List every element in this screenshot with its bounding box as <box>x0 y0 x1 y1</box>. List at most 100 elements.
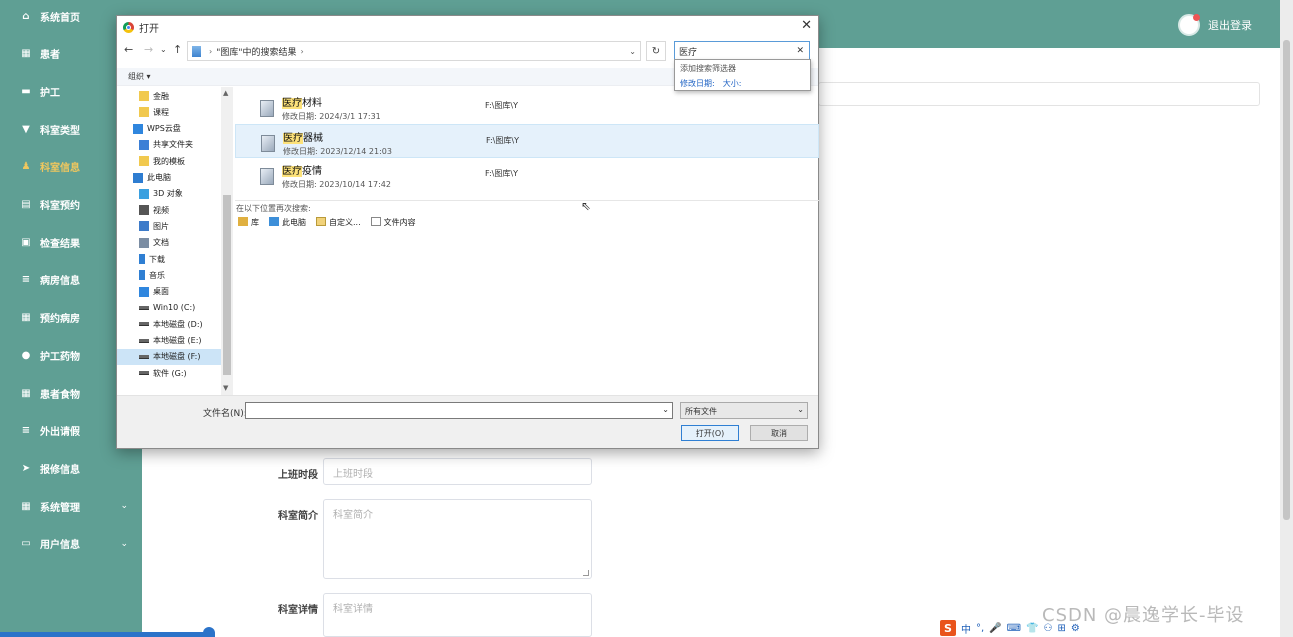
nav-scrollbar-thumb[interactable] <box>223 195 231 375</box>
scroll-up-icon[interactable]: ▲ <box>223 89 228 97</box>
ime-tool-icon[interactable]: 👕 <box>1026 623 1038 634</box>
shift-label: 上班时段 <box>278 470 318 481</box>
recent-dropdown-icon[interactable]: ⌄ <box>160 45 167 54</box>
resize-handle[interactable] <box>583 570 589 576</box>
folder-icon <box>139 156 149 167</box>
chevron-down-icon[interactable]: ⌄ <box>662 405 669 414</box>
filter-size[interactable]: 大小: <box>723 79 742 88</box>
tree-item[interactable]: 此电脑 <box>117 170 221 186</box>
forward-arrow-icon[interactable]: → <box>144 43 153 56</box>
tree-item[interactable]: 共享文件夹 <box>117 137 221 153</box>
tree-item[interactable]: Win10 (C:) <box>117 300 221 316</box>
page-scrollbar[interactable] <box>1280 0 1293 637</box>
shift-input[interactable]: 上班时段 <box>323 458 592 485</box>
tree-item[interactable]: 本地磁盘 (E:) <box>117 333 221 349</box>
tree-item[interactable]: WPS云盘 <box>117 121 221 137</box>
video-icon <box>139 205 149 216</box>
search-again-pc[interactable]: 此电脑 <box>269 217 306 228</box>
detail-label: 科室详情 <box>278 605 318 616</box>
picture-icon <box>139 221 149 232</box>
tree-item[interactable]: 本地磁盘 (D:) <box>117 316 221 332</box>
sidebar-item[interactable]: ▦ 系统管理 ⌄ <box>0 494 142 518</box>
folder-icon <box>139 107 149 118</box>
ime-toolbar[interactable]: S 中 °, 🎤 ⌨ 👕 ⚇ ⊞ ⚙ <box>940 620 1080 636</box>
detail-textarea[interactable]: 科室详情 <box>323 593 592 637</box>
page-scrollbar-thumb[interactable] <box>1283 40 1290 520</box>
file-row[interactable]: 医疗器械 修改日期: 2023/12/14 21:03 F:\图库\Y <box>235 124 819 158</box>
document-icon <box>139 237 149 248</box>
filetype-select[interactable]: 所有文件 ⌄ <box>680 402 808 419</box>
progress-line <box>0 632 210 637</box>
search-again-contents[interactable]: 文件内容 <box>370 217 416 228</box>
tree-item[interactable]: 音乐 <box>117 267 221 283</box>
tree-item[interactable]: 桌面 <box>117 284 221 300</box>
tree-item[interactable]: 下载 <box>117 251 221 267</box>
filter-heading: 添加搜索筛选器 <box>680 64 736 73</box>
search-again-library-label: 库 <box>251 218 259 227</box>
ime-tool-icon[interactable]: 🎤 <box>989 623 1001 634</box>
breadcrumb[interactable]: "图库"中的搜索结果 <box>216 45 296 58</box>
computer-icon <box>269 217 279 226</box>
tree-item[interactable]: 3D 对象 <box>117 186 221 202</box>
open-button[interactable]: 打开(O) <box>681 425 739 441</box>
image-file-icon <box>260 100 274 117</box>
apps-icon: ▦ <box>21 312 31 324</box>
tree-item-label: 视频 <box>153 205 169 215</box>
chevron-down-icon[interactable]: ⌄ <box>120 501 128 511</box>
tree-item[interactable]: 视频 <box>117 202 221 218</box>
address-bar[interactable]: › "图库"中的搜索结果 › ⌄ <box>187 41 641 61</box>
tree-item[interactable]: 我的模板 <box>117 153 221 169</box>
ime-tool-icon[interactable]: ⊞ <box>1058 623 1066 634</box>
image-file-icon <box>260 168 274 185</box>
dialog-titlebar[interactable]: 打开 ✕ <box>117 16 818 38</box>
ime-tool-icon[interactable]: ⚇ <box>1044 623 1053 634</box>
ime-tool-icon[interactable]: ⌨ <box>1007 623 1021 634</box>
tree-item[interactable]: 图片 <box>117 218 221 234</box>
clear-search-icon[interactable]: ✕ <box>796 46 804 56</box>
ime-tool-icon[interactable]: 中 <box>961 621 971 636</box>
library-icon <box>238 217 248 226</box>
close-icon[interactable]: ✕ <box>801 18 812 33</box>
tree-item[interactable]: 本地磁盘 (F:) <box>117 348 221 365</box>
chevron-down-icon[interactable]: ⌄ <box>629 47 636 56</box>
background-input[interactable] <box>818 82 1260 106</box>
sidebar-item-label: 外出请假 <box>40 427 80 439</box>
file-path: F:\图库\Y <box>485 169 518 178</box>
tree-item-label: WPS云盘 <box>147 124 181 134</box>
search-input[interactable]: 医疗 ✕ <box>674 41 810 61</box>
document-icon <box>370 217 381 226</box>
share-icon <box>139 139 149 150</box>
organize-menu[interactable]: 组织 ▾ <box>128 71 151 82</box>
avatar <box>1178 14 1200 36</box>
up-arrow-icon[interactable]: ↑ <box>173 43 182 56</box>
file-date: 修改日期: 2024/3/1 17:31 <box>282 112 381 121</box>
tree-item[interactable]: 课程 <box>117 104 221 120</box>
ime-tool-icon[interactable]: °, <box>976 623 984 634</box>
intro-textarea[interactable]: 科室简介 <box>323 499 592 579</box>
logout-button[interactable]: 退出登录 <box>1178 14 1252 36</box>
sogou-icon[interactable]: S <box>940 620 956 636</box>
nav-scrollbar[interactable]: ▲ ▼ <box>221 87 233 395</box>
tree-item-label: Win10 (C:) <box>153 303 196 313</box>
filename-input[interactable]: ⌄ <box>245 402 673 419</box>
sidebar-item[interactable]: ▭ 用户信息 ⌄ <box>0 532 142 556</box>
scroll-down-icon[interactable]: ▼ <box>223 384 228 392</box>
tree-item[interactable]: 文档 <box>117 235 221 251</box>
cancel-button[interactable]: 取消 <box>750 425 808 441</box>
filter-date-modified[interactable]: 修改日期: <box>680 79 715 88</box>
tree-item[interactable]: 软件 (G:) <box>117 365 221 381</box>
tree-item[interactable]: 金融 <box>117 88 221 104</box>
back-arrow-icon[interactable]: ← <box>124 43 133 56</box>
tree-item-label: 音乐 <box>149 270 165 280</box>
file-row[interactable]: 医疗疫情 修改日期: 2023/10/14 17:42 F:\图库\Y <box>235 158 819 192</box>
tree-item-label: 3D 对象 <box>153 189 183 199</box>
refresh-icon[interactable]: ↻ <box>646 41 666 61</box>
chevron-down-icon[interactable]: ⌄ <box>120 539 128 549</box>
file-row[interactable]: 医疗材料 修改日期: 2024/3/1 17:31 F:\图库\Y <box>235 90 819 124</box>
drive-icon <box>139 322 149 327</box>
search-again-custom[interactable]: 自定义... <box>316 217 361 228</box>
sidebar-item[interactable]: ➤ 报修信息 <box>0 456 142 480</box>
sidebar-item-label: 患者食物 <box>40 389 80 401</box>
search-again-library[interactable]: 库 <box>238 217 259 228</box>
ime-tool-icon[interactable]: ⚙ <box>1071 623 1080 634</box>
